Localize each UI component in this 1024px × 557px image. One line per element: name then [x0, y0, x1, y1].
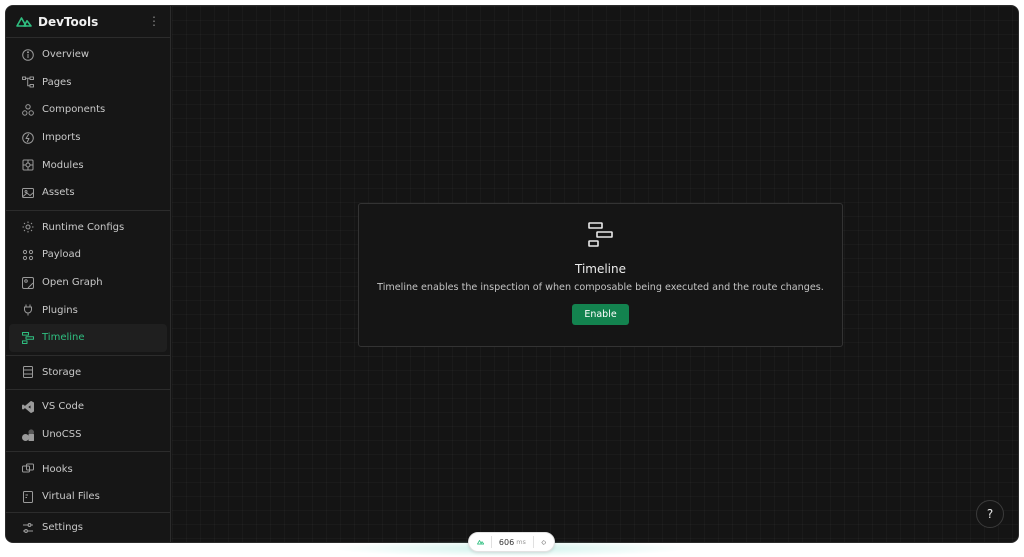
sidebar-item-label: Payload	[42, 249, 81, 261]
sidebar-item-imports[interactable]: Imports	[9, 124, 167, 152]
help-label: ?	[986, 507, 994, 521]
sidebar-item-label: Pages	[42, 76, 72, 88]
modules-icon	[21, 158, 35, 172]
sidebar-item-hooks[interactable]: Hooks	[9, 455, 167, 483]
sidebar-item-timeline[interactable]: Timeline	[9, 323, 167, 352]
components-icon	[21, 103, 35, 117]
sidebar-item-label: Open Graph	[42, 277, 103, 289]
sidebar-group: Runtime Configs Payload Open Graph Plugins T…	[6, 211, 170, 356]
sidebar-item-assets[interactable]: Assets	[9, 179, 167, 207]
help-button[interactable]: ?	[976, 500, 1004, 528]
sidebar-item-label: Runtime Configs	[42, 221, 125, 233]
devtools-toggle-pill[interactable]: 606 ms	[468, 532, 555, 552]
hooks-icon	[21, 462, 35, 476]
sidebar-item-label: Modules	[42, 159, 84, 171]
sidebar-item-label: Hooks	[42, 463, 73, 475]
inspect-target-icon[interactable]	[540, 538, 546, 547]
sidebar-item-label: VS Code	[42, 401, 84, 413]
render-time-unit: ms	[516, 538, 526, 546]
sidebar-item-plugins[interactable]: Plugins	[9, 296, 167, 324]
sidebar-item-label: Timeline	[42, 332, 85, 344]
open-graph-icon	[21, 276, 35, 290]
sidebar-item-overview[interactable]: Overview	[9, 41, 167, 69]
info-icon	[21, 48, 35, 62]
timeline-icon	[21, 331, 35, 345]
sidebar-item-modules[interactable]: Modules	[9, 151, 167, 179]
plug-icon	[21, 303, 35, 317]
sidebar-item-components[interactable]: Components	[9, 96, 167, 124]
sidebar-item-label: Imports	[42, 132, 81, 144]
file-icon	[21, 490, 35, 504]
sidebar-item-payload[interactable]: Payload	[9, 241, 167, 269]
sidebar-item-label: UnoCSS	[42, 429, 82, 441]
sidebar-group: Storage	[6, 356, 170, 391]
pill-divider	[532, 536, 534, 548]
payload-icon	[21, 248, 35, 262]
sidebar: DevTools ⋮ Overview Pages Components Import…	[6, 6, 171, 542]
sidebar-item-label: Virtual Files	[42, 491, 100, 503]
sidebar-group: Overview Pages Components Imports Modules Ass…	[6, 38, 170, 211]
sidebar-item-label: Components	[42, 104, 106, 116]
render-time-value: 606	[498, 537, 515, 547]
main-content: Timeline Timeline enables the inspection…	[172, 6, 1018, 542]
vscode-icon	[21, 400, 35, 414]
more-options-icon[interactable]: ⋮	[148, 15, 160, 27]
sidebar-item-label: Settings	[42, 522, 84, 533]
sidebar-item-storage[interactable]: Storage	[9, 359, 167, 387]
sidebar-item-label: Plugins	[42, 304, 78, 316]
enable-button[interactable]: Enable	[572, 304, 629, 325]
pill-divider	[491, 536, 492, 548]
card-title: Timeline	[574, 262, 627, 276]
sidebar-item-open-graph[interactable]: Open Graph	[9, 269, 167, 297]
sliders-icon	[21, 521, 35, 535]
sidebar-item-label: Assets	[42, 187, 75, 199]
sidebar-group: Hooks Virtual Files	[6, 452, 170, 513]
sidebar-item-vs-code[interactable]: VS Code	[9, 393, 167, 421]
sidebar-item-virtual-files[interactable]: Virtual Files	[9, 483, 167, 511]
lightning-icon	[21, 131, 35, 145]
sidebar-item-label: Storage	[42, 366, 82, 378]
nuxt-logo-icon	[16, 17, 32, 27]
sidebar-item-settings[interactable]: Settings	[6, 512, 170, 542]
app-title: DevTools	[38, 14, 99, 29]
timeline-card: Timeline Timeline enables the inspection…	[358, 203, 843, 347]
sidebar-nav: Overview Pages Components Imports Modules Ass…	[6, 38, 170, 514]
sidebar-item-pages[interactable]: Pages	[9, 69, 167, 97]
unocss-icon	[21, 428, 35, 442]
sidebar-item-runtime-configs[interactable]: Runtime Configs	[9, 214, 167, 242]
gear-icon	[21, 220, 35, 234]
card-description: Timeline enables the inspection of when …	[377, 282, 824, 293]
devtools-window: DevTools ⋮ Overview Pages Components Import…	[5, 5, 1019, 543]
tree-icon	[21, 75, 35, 89]
nuxt-logo-icon	[477, 539, 485, 545]
sidebar-item-label: Overview	[42, 49, 90, 61]
sidebar-header: DevTools ⋮	[6, 6, 170, 38]
image-icon	[21, 186, 35, 200]
sidebar-group: VS Code UnoCSS	[6, 390, 170, 453]
storage-icon	[21, 365, 35, 379]
timeline-icon	[587, 222, 613, 247]
sidebar-item-unocss[interactable]: UnoCSS	[9, 421, 167, 449]
